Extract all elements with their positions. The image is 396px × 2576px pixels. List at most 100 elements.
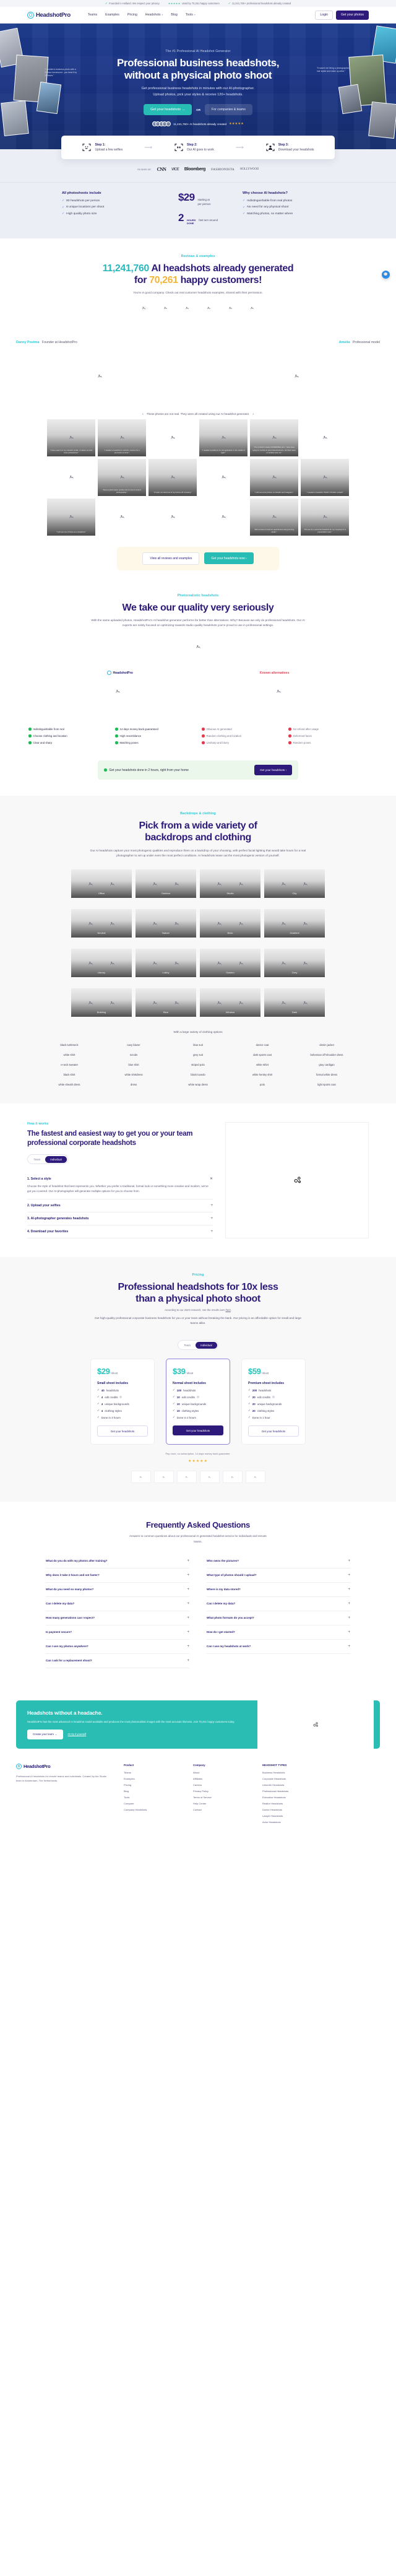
accordion-header[interactable]: 4. Download your favorites +: [27, 1230, 213, 1234]
plus-icon[interactable]: +: [187, 1630, 189, 1634]
faq-item[interactable]: What type of photos should I upload? +: [207, 1569, 350, 1583]
plus-icon[interactable]: +: [210, 1230, 213, 1234]
chat-bubble-icon[interactable]: 💬: [382, 271, 390, 279]
backdrop-card[interactable]: Brick: [200, 909, 260, 938]
login-button[interactable]: Login: [315, 10, 334, 20]
example-card[interactable]: AI GENERATED 26 DAYS AGO"I will use one …: [47, 498, 95, 536]
accordion-item[interactable]: 3. AI-photographer generates headshots +: [27, 1212, 213, 1225]
pricing-cta-button[interactable]: Get your headshots: [248, 1425, 299, 1437]
close-icon[interactable]: ✕: [210, 1177, 213, 1181]
footer-link[interactable]: Blog: [124, 1790, 178, 1793]
create-your-team-button[interactable]: Create your team →: [27, 1729, 63, 1739]
nav-item-pricing[interactable]: Pricing: [127, 13, 137, 17]
plus-icon[interactable]: +: [187, 1559, 189, 1563]
backdrop-card[interactable]: Library: [71, 949, 132, 978]
faq-item[interactable]: Can I use my photos anywhere? +: [46, 1640, 189, 1654]
pricing-toggle-individual[interactable]: Individual: [196, 1341, 217, 1349]
info-icon[interactable]: i: [272, 1396, 275, 1399]
example-card[interactable]: AI GENERATED 40 DAYS AGO"Need a photo ta…: [98, 458, 146, 496]
backdrop-card[interactable]: Blue: [136, 988, 196, 1017]
research-link[interactable]: here: [225, 1308, 230, 1312]
footer-link[interactable]: Doctor Headshots: [262, 1808, 337, 1811]
accordion-header[interactable]: 1. Select a style ✕: [27, 1177, 213, 1181]
example-card[interactable]: AI GENERATED 9 DAYS AGO"I needed a heads…: [98, 419, 146, 456]
nav-item-tools[interactable]: Tools ▾: [186, 13, 196, 17]
logo[interactable]: HeadshotPro: [27, 11, 71, 19]
plus-icon[interactable]: +: [348, 1573, 350, 1577]
backdrop-card[interactable]: Grey: [264, 949, 325, 978]
example-card[interactable]: AI GENERATED 13 DAYS AGO"I needed a prof…: [199, 419, 248, 456]
faq-item[interactable]: Why does it take 2 hours and not faster?…: [46, 1569, 189, 1583]
example-card[interactable]: AI GENERATED 47 DAYS AGO: [98, 498, 146, 536]
backdrop-card[interactable]: Nature: [136, 909, 196, 938]
footer-logo[interactable]: HeadshotPro: [16, 1763, 109, 1769]
footer-link[interactable]: Lawyer Headshots: [262, 1814, 337, 1817]
hero-companies-teams-button[interactable]: For companies & teams: [205, 104, 252, 116]
plus-icon[interactable]: +: [187, 1588, 189, 1591]
backdrop-card[interactable]: Outdoor: [136, 869, 196, 899]
hero-get-headshots-button[interactable]: Get your headshots →: [144, 104, 192, 116]
accordion-item[interactable]: 2. Upload your selfies +: [27, 1199, 213, 1212]
example-card[interactable]: AI GENERATED 3 DAYS AGO"Did not have to …: [250, 498, 298, 536]
footer-link[interactable]: Help Center: [193, 1802, 248, 1805]
backdrop-card[interactable]: Office: [71, 869, 132, 899]
faq-item[interactable]: Can I ask for a replacement shoot? +: [46, 1654, 189, 1668]
accordion-item[interactable]: 1. Select a style ✕ Choose the style of he…: [27, 1172, 213, 1199]
faq-item[interactable]: What do you do with my photos after trai…: [46, 1554, 189, 1569]
example-card[interactable]: AI GENERATED 44 DAYS AGO: [199, 458, 248, 496]
backdrop-card[interactable]: Lobby: [136, 949, 196, 978]
faq-item[interactable]: Who owns the pictures? +: [207, 1554, 350, 1569]
faq-item[interactable]: How many generations can I expect? +: [46, 1611, 189, 1625]
nav-item-teams[interactable]: Teams: [88, 13, 97, 17]
pricing-toggle-team[interactable]: Team: [179, 1342, 196, 1349]
footer-link[interactable]: Teams: [124, 1771, 178, 1774]
faq-item[interactable]: Can I use my headshots at work? +: [207, 1640, 350, 1654]
plus-icon[interactable]: +: [210, 1217, 213, 1221]
footer-link[interactable]: Tools: [124, 1796, 178, 1799]
footer-link[interactable]: Executive Headshots: [262, 1796, 337, 1799]
plus-icon[interactable]: +: [187, 1645, 189, 1648]
backdrop-card[interactable]: Dark: [264, 988, 325, 1017]
faq-item[interactable]: Can I delete my data? +: [207, 1597, 350, 1611]
toggle-team[interactable]: Team: [29, 1156, 46, 1163]
plus-icon[interactable]: +: [210, 1204, 213, 1208]
plus-icon[interactable]: +: [187, 1659, 189, 1663]
example-card[interactable]: AI GENERATED 19 DAYS AGO"Your product cr…: [250, 419, 298, 456]
accordion-header[interactable]: 3. AI-photographer generates headshots +: [27, 1217, 213, 1221]
footer-link[interactable]: Contact: [193, 1808, 248, 1811]
backdrop-card[interactable]: Studio: [200, 869, 260, 899]
plus-icon[interactable]: +: [348, 1630, 350, 1634]
footer-link[interactable]: LinkedIn Headshots: [262, 1783, 337, 1786]
nav-item-examples[interactable]: Examples: [105, 13, 119, 17]
footer-link[interactable]: Affiliates: [193, 1777, 248, 1780]
footer-link[interactable]: Realtor Headshots: [262, 1802, 337, 1805]
get-headshots-now-button[interactable]: Get your headshots now ›: [204, 552, 254, 565]
footer-link[interactable]: Company Headshots: [124, 1808, 178, 1811]
nav-item-headshots[interactable]: Headshots ▾: [145, 13, 163, 17]
get-your-photos-button[interactable]: Get your photos: [336, 10, 369, 20]
footer-link[interactable]: Actor Headshots: [262, 1821, 337, 1824]
backdrop-card[interactable]: City: [264, 869, 325, 899]
info-icon[interactable]: i: [196, 1396, 199, 1399]
footer-link[interactable]: Privacy Policy: [193, 1790, 248, 1793]
faq-item[interactable]: How do I get started? +: [207, 1625, 350, 1640]
accordion-header[interactable]: 2. Upload your selfies +: [27, 1204, 213, 1208]
faq-item[interactable]: What photo formats do you accept? +: [207, 1611, 350, 1625]
plus-icon[interactable]: +: [348, 1645, 350, 1648]
footer-link[interactable]: Business Headshots: [262, 1771, 337, 1774]
plus-icon[interactable]: +: [348, 1559, 350, 1563]
footer-link[interactable]: About: [193, 1771, 248, 1774]
plus-icon[interactable]: +: [348, 1602, 350, 1606]
view-all-reviews-button[interactable]: View all reviews and examples: [142, 552, 200, 565]
plus-icon[interactable]: +: [187, 1602, 189, 1606]
footer-link[interactable]: Pricing: [124, 1783, 178, 1786]
faq-item[interactable]: Can I delete my data? +: [46, 1597, 189, 1611]
info-icon[interactable]: i: [119, 1396, 123, 1399]
plus-icon[interactable]: +: [187, 1616, 189, 1620]
pricing-cta-button[interactable]: Get your headshots: [97, 1425, 148, 1437]
example-card[interactable]: AI GENERATED 50 DAYS AGO: [199, 498, 248, 536]
example-card[interactable]: AI GENERATED 44 DAYS AGO"I needed a head…: [301, 458, 349, 496]
footer-link[interactable]: Terms of Service: [193, 1796, 248, 1799]
nav-item-blog[interactable]: Blog: [171, 13, 177, 17]
how-audience-toggle[interactable]: Team Individual: [27, 1154, 69, 1164]
